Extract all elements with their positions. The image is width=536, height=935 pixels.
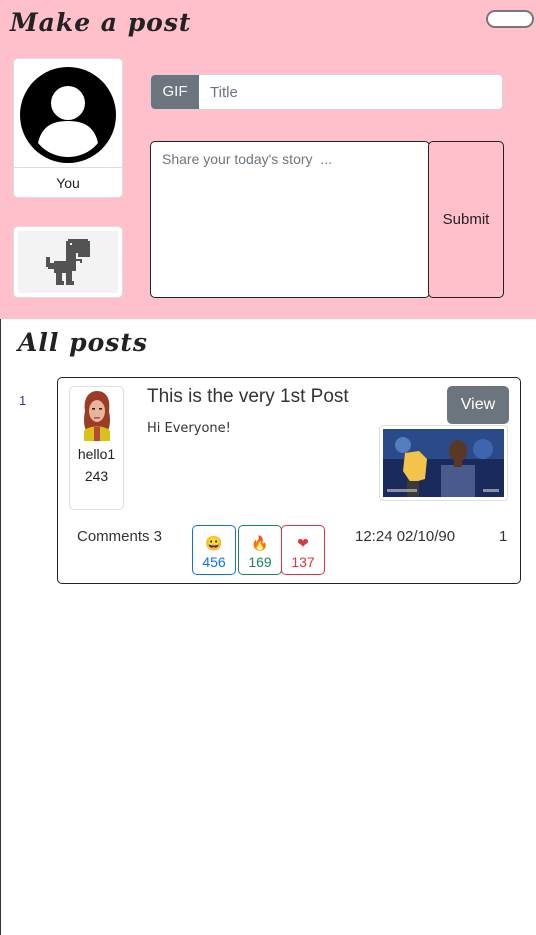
fire-count: 169: [248, 554, 272, 570]
title-input-group: GIF: [150, 74, 503, 110]
make-post-heading: Make a post: [10, 8, 192, 37]
gif-button[interactable]: GIF: [151, 75, 199, 109]
author-card[interactable]: hello1 243: [69, 386, 124, 510]
story-textarea[interactable]: [150, 141, 430, 298]
avatar-divider: [14, 167, 122, 168]
view-post-button[interactable]: View: [447, 386, 509, 424]
avatar-label: You: [56, 175, 80, 191]
post-card: hello1 243 This is the very 1st Post Hi …: [57, 377, 521, 584]
gif-image: [383, 429, 504, 497]
theme-toggle[interactable]: [486, 10, 534, 28]
user-avatar-card[interactable]: You: [13, 58, 123, 198]
comments-link[interactable]: Comments 3: [77, 528, 162, 545]
title-input[interactable]: [199, 75, 502, 109]
author-name: hello1: [77, 446, 116, 462]
post-gif-thumbnail[interactable]: [379, 425, 508, 501]
dino-image: [18, 231, 118, 293]
heart-icon: ❤: [297, 535, 309, 551]
author-avatar: [84, 391, 110, 441]
laugh-reaction-button[interactable]: 😀 456: [192, 525, 236, 575]
grinning-face-icon: 😀: [205, 535, 223, 551]
submit-button[interactable]: Submit: [428, 141, 504, 298]
dino-card[interactable]: [13, 226, 123, 298]
post-index: 1: [19, 393, 27, 408]
fire-reaction-button[interactable]: 🔥 169: [238, 525, 282, 575]
heart-reaction-button[interactable]: ❤ 137: [281, 525, 325, 575]
fire-icon: 🔥: [251, 535, 269, 551]
user-avatar-icon: [20, 67, 116, 163]
heart-count: 137: [291, 554, 315, 570]
laugh-count: 456: [202, 554, 226, 570]
post-body: Hi Everyone!: [147, 421, 231, 436]
make-post-section: Make a post You GIF Title Share your tod…: [0, 0, 536, 319]
all-posts-heading: All posts: [18, 328, 148, 357]
author-score: 243: [84, 468, 109, 484]
post-page-number: 1: [499, 528, 508, 545]
dinosaur-icon: [46, 239, 90, 285]
post-timestamp: 12:24 02/10/90: [355, 528, 456, 545]
post-title: This is the very 1st Post: [147, 386, 349, 407]
